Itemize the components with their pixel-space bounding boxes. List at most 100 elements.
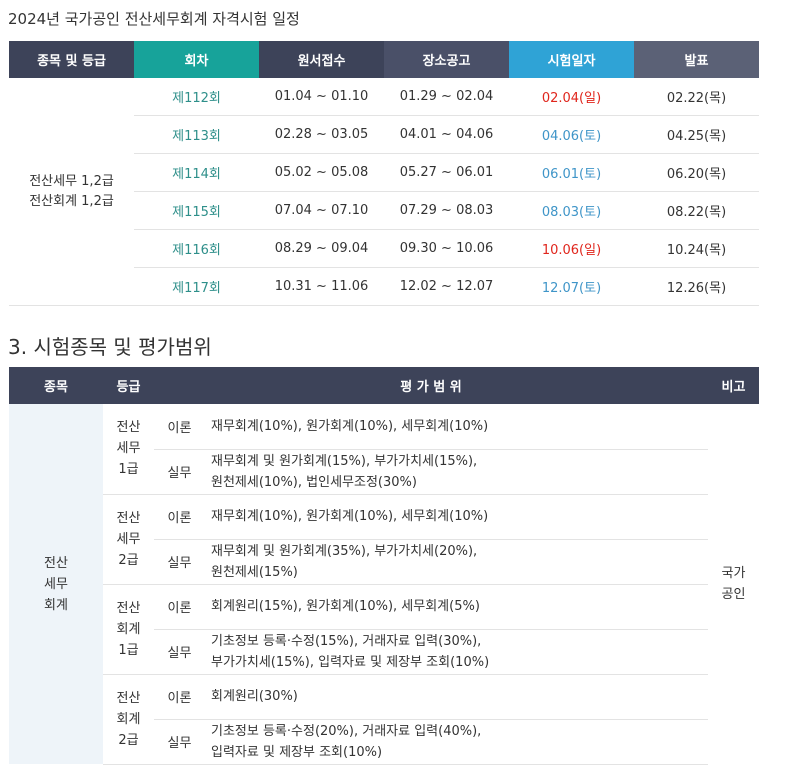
note-cell: 국가 공인 <box>708 404 759 764</box>
grade-cell: 전산 세무 1급 <box>103 404 154 495</box>
theory-scope: 회계원리(30%) <box>205 674 709 720</box>
venue-notice-period: 09.30 ~ 10.06 <box>384 229 509 268</box>
grade-line: 전산 <box>116 690 141 706</box>
practice-line: 입력자료 및 제장부 조회(10%) <box>211 744 383 760</box>
subject-line: 세무 <box>44 576 68 592</box>
grade-line: 전산 <box>116 600 141 616</box>
announcement-date: 08.22(목) <box>634 191 759 230</box>
grade-line: 세무 <box>116 531 141 547</box>
scope-row: 전산 세무 2급 이론 재무회계(10%), 원가회계(10%), 세무회계(1… <box>9 494 759 585</box>
theory-scope: 재무회계(10%), 원가회계(10%), 세무회계(10%) <box>205 494 709 540</box>
grade-cell: 전산 회계 2급 <box>103 674 154 765</box>
grade-line: 전산세무 1,2급 <box>29 173 114 189</box>
practice-line: 재무회계 및 원가회계(35%), 부가가치세(20%), <box>211 543 478 559</box>
practice-scope: 기초정보 등록·수정(20%), 거래자료 입력(40%), 입력자료 및 제장… <box>205 719 709 765</box>
theory-scope: 재무회계(10%), 원가회계(10%), 세무회계(10%) <box>205 404 709 450</box>
round-cell: 제116회 <box>134 229 259 268</box>
application-period: 07.04 ~ 07.10 <box>259 191 384 230</box>
type-label: 이론 <box>154 494 205 540</box>
round-cell: 제113회 <box>134 115 259 154</box>
exam-date: 02.04(일) <box>509 78 634 116</box>
application-period: 02.28 ~ 03.05 <box>259 115 384 154</box>
range-header-row: 종목 등급 평 가 범 위 비고 <box>9 367 760 404</box>
scope-row: 전산 세무 회계 전산 세무 1급 이론 재무회계(10%), 원가회계(10%… <box>9 404 759 764</box>
scope-row: 전산 회계 2급 이론 회계원리(30%) <box>9 674 759 765</box>
practice-line: 기초정보 등록·수정(15%), 거래자료 입력(30%), <box>211 633 482 649</box>
grade-cell: 전산세무 1,2급 전산회계 1,2급 <box>9 78 134 306</box>
practice-scope: 기초정보 등록·수정(15%), 거래자료 입력(30%), 부가가치세(15%… <box>205 629 709 675</box>
subject-line: 전산 <box>44 555 68 571</box>
header-grade: 등급 <box>103 367 154 404</box>
venue-notice-period: 05.27 ~ 06.01 <box>384 153 509 192</box>
practice-line: 기초정보 등록·수정(20%), 거래자료 입력(40%), <box>211 723 482 739</box>
announcement-date: 04.25(목) <box>634 115 759 154</box>
type-label: 실무 <box>154 719 205 765</box>
practice-line: 부가가치세(15%), 입력자료 및 제장부 조회(10%) <box>211 654 490 670</box>
type-label: 이론 <box>154 584 205 630</box>
note-line: 국가 <box>721 566 746 581</box>
application-period: 10.31 ~ 11.06 <box>259 267 384 306</box>
grade-cell: 전산 회계 1급 <box>103 584 154 675</box>
grade-line: 1급 <box>118 462 139 478</box>
header-venue-notice: 장소공고 <box>384 41 509 78</box>
round-cell: 제115회 <box>134 191 259 230</box>
subject-line: 회계 <box>44 597 68 613</box>
venue-notice-period: 12.02 ~ 12.07 <box>384 267 509 306</box>
schedule-title: 2024년 국가공인 전산세무회계 자격시험 일정 <box>8 10 300 28</box>
exam-date: 08.03(토) <box>509 191 634 230</box>
exam-schedule-table: 종목 및 등급 회차 원서접수 장소공고 시험일자 발표 전산세무 1,2급 전… <box>9 41 759 306</box>
round-cell: 제112회 <box>134 78 259 116</box>
application-period: 01.04 ~ 01.10 <box>259 78 384 116</box>
grade-line: 2급 <box>118 732 139 748</box>
grade-line: 1급 <box>118 642 139 658</box>
theory-scope: 회계원리(15%), 원가회계(10%), 세무회계(5%) <box>205 584 709 630</box>
type-label: 이론 <box>154 404 205 450</box>
header-subject: 종목 <box>9 367 103 404</box>
announcement-date: 10.24(목) <box>634 229 759 268</box>
exam-date: 04.06(토) <box>509 115 634 154</box>
header-round: 회차 <box>134 41 259 78</box>
exam-date: 10.06(일) <box>509 229 634 268</box>
type-label: 실무 <box>154 449 205 495</box>
grade-line: 전산회계 1,2급 <box>29 193 114 209</box>
type-label: 실무 <box>154 629 205 675</box>
grade-line: 회계 <box>116 621 141 637</box>
schedule-row: 전산세무 1,2급 전산회계 1,2급 제112회 01.04 ~ 01.10 … <box>9 78 759 306</box>
round-cell: 제117회 <box>134 267 259 306</box>
grade-line: 세무 <box>116 441 141 457</box>
round-cell: 제114회 <box>134 153 259 192</box>
practice-scope: 재무회계 및 원가회계(35%), 부가가치세(20%), 원천제세(15%) <box>205 539 709 585</box>
header-note: 비고 <box>708 367 760 404</box>
scope-row: 전산 회계 1급 이론 회계원리(15%), 원가회계(10%), 세무회계(5… <box>9 584 759 675</box>
subject-cell: 전산 세무 회계 <box>9 404 103 764</box>
note-line: 공인 <box>721 587 746 602</box>
schedule-header-row: 종목 및 등급 회차 원서접수 장소공고 시험일자 발표 <box>9 41 759 78</box>
grade-cell: 전산 세무 2급 <box>103 494 154 585</box>
header-application: 원서접수 <box>259 41 384 78</box>
practice-line: 재무회계 및 원가회계(15%), 부가가치세(15%), <box>211 453 478 469</box>
range-section-title: 3. 시험종목 및 평가범위 <box>8 335 212 359</box>
header-scope: 평 가 범 위 <box>154 367 709 404</box>
exam-date: 06.01(토) <box>509 153 634 192</box>
grade-line: 회계 <box>116 711 141 727</box>
type-label: 이론 <box>154 674 205 720</box>
type-label: 실무 <box>154 539 205 585</box>
practice-line: 원천제세(10%), 법인세무조정(30%) <box>211 474 417 490</box>
grade-line: 전산 <box>116 510 141 526</box>
grade-line: 전산 <box>116 420 141 436</box>
announcement-date: 02.22(목) <box>634 78 759 116</box>
header-announcement: 발표 <box>634 41 759 78</box>
application-period: 08.29 ~ 09.04 <box>259 229 384 268</box>
grade-line: 2급 <box>118 552 139 568</box>
header-subject-grade: 종목 및 등급 <box>9 41 134 78</box>
practice-scope: 재무회계 및 원가회계(15%), 부가가치세(15%), 원천제세(10%),… <box>205 449 709 495</box>
venue-notice-period: 07.29 ~ 08.03 <box>384 191 509 230</box>
announcement-date: 12.26(목) <box>634 267 759 306</box>
exam-date: 12.07(토) <box>509 267 634 306</box>
practice-line: 원천제세(15%) <box>211 564 298 580</box>
exam-scope-table: 종목 등급 평 가 범 위 비고 전산 세무 회계 전산 세무 1급 이론 재무… <box>9 367 760 765</box>
announcement-date: 06.20(목) <box>634 153 759 192</box>
header-exam-date: 시험일자 <box>509 41 634 78</box>
venue-notice-period: 01.29 ~ 02.04 <box>384 78 509 116</box>
venue-notice-period: 04.01 ~ 04.06 <box>384 115 509 154</box>
